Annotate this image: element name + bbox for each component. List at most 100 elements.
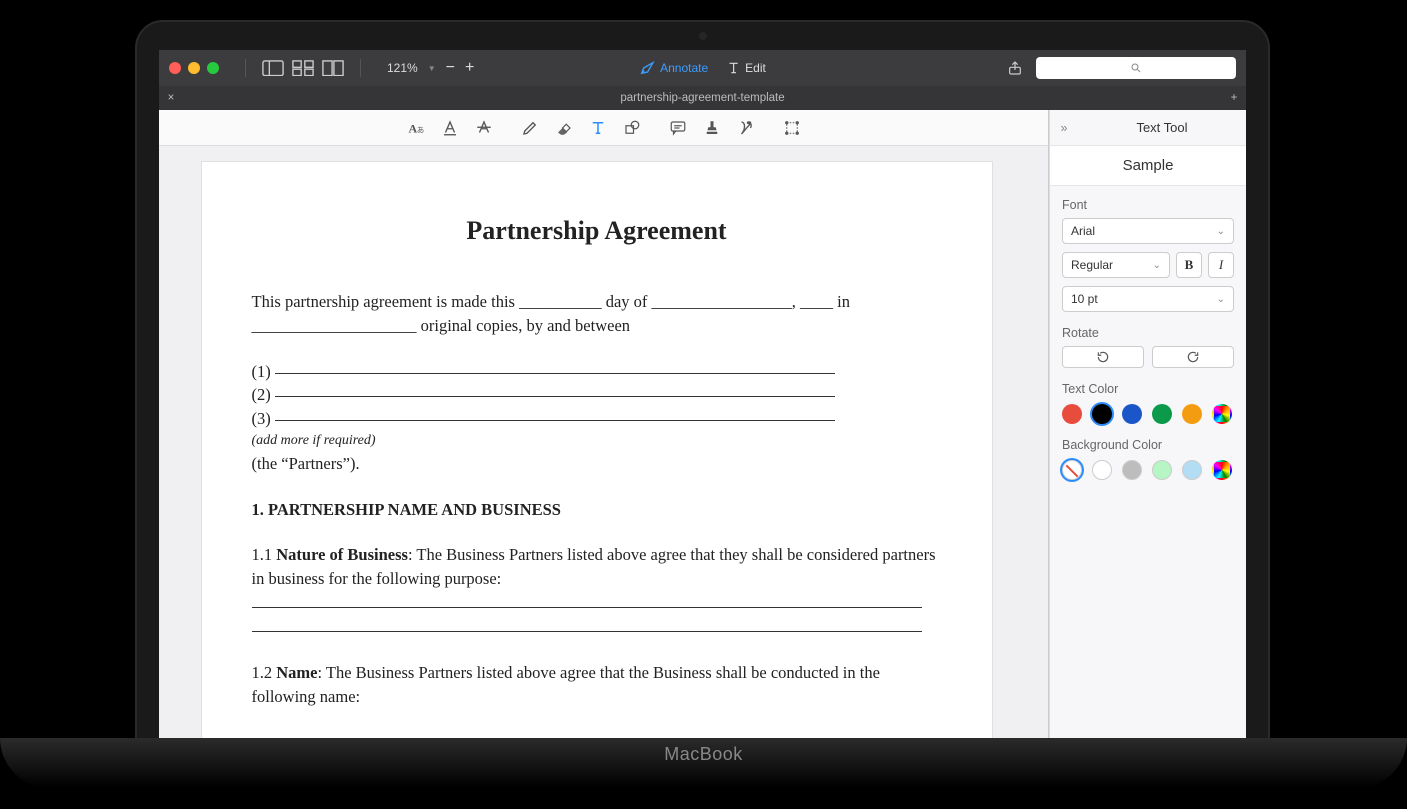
line-2-num: (2) [252,385,271,404]
selection-icon[interactable] [782,118,802,138]
add-more-note: (add more if required) [252,431,942,451]
document-viewport[interactable]: Partnership Agreement This partnership a… [159,146,1048,738]
new-tab-button[interactable]: + [1222,92,1246,104]
font-weight-select[interactable]: Regular ⌄ [1062,252,1170,278]
font-size-select[interactable]: 10 pt ⌄ [1062,286,1234,312]
svg-text:あ: あ [416,125,424,134]
thumbnail-view-icon[interactable] [292,60,314,76]
font-size-value: 10 pt [1071,292,1098,306]
strikethrough-icon[interactable] [474,118,494,138]
annotate-label: Annotate [660,61,708,75]
bg-color-swatch[interactable] [1182,460,1202,480]
rotate-ccw-icon [1096,350,1110,364]
bg-color-swatch[interactable] [1152,460,1172,480]
zoom-level[interactable]: 121% [387,61,418,75]
zoom-in-button[interactable]: + [465,59,474,77]
stamp-icon[interactable] [702,118,722,138]
text-color-swatch[interactable] [1182,404,1202,424]
search-icon [1130,62,1142,74]
rotate-label: Rotate [1062,326,1234,340]
text-color-swatch[interactable] [1062,404,1082,424]
zoom-out-button[interactable]: − [446,59,455,77]
doc-title: Partnership Agreement [252,212,942,250]
highlight-text-icon[interactable] [440,118,460,138]
annotate-mode-button[interactable]: Annotate [639,60,708,76]
eraser-icon[interactable] [554,118,574,138]
sample-preview: Sample [1050,146,1246,186]
s12-title: Name [276,663,317,682]
chevron-down-icon: ▼ [428,64,436,73]
chevron-down-icon: ⌄ [1217,294,1225,305]
chevron-down-icon: ⌄ [1153,260,1161,271]
the-partners: (the “Partners”). [252,452,942,476]
bold-button[interactable]: B [1176,252,1202,278]
edit-mode-button[interactable]: Edit [726,61,766,75]
zoom-window-button[interactable] [207,62,219,74]
window-toolbar: 121% ▼ − + Annotate Edit [159,50,1246,86]
pencil-icon[interactable] [520,118,540,138]
mode-switcher: Annotate Edit [639,60,766,76]
section-1-heading: 1. PARTNERSHIP NAME AND BUSINESS [252,498,942,522]
section-1-2: 1.2 Name: The Business Partners listed a… [252,661,942,709]
text-color-swatch[interactable] [1122,404,1142,424]
doc-intro-line1: This partnership agreement is made this … [252,290,942,314]
rotate-cw-icon [1186,350,1200,364]
tab-title[interactable]: partnership-agreement-template [183,92,1222,104]
bg-color-label: Background Color [1062,438,1234,452]
editor-pane: Aあ [159,110,1049,738]
doc-intro-line2: ____________________ original copies, by… [252,314,942,338]
search-input[interactable] [1036,57,1236,79]
collapse-panel-button[interactable]: » [1050,121,1078,135]
font-weight-value: Regular [1071,258,1113,272]
zoom-controls: 121% ▼ − + [387,59,474,77]
share-icon[interactable] [1004,60,1026,76]
laptop-frame: 121% ▼ − + Annotate Edit [135,20,1270,740]
tab-close-button[interactable]: × [159,92,183,104]
panel-header: » Text Tool [1050,110,1246,146]
minimize-window-button[interactable] [188,62,200,74]
font-family-value: Arial [1071,224,1095,238]
text-color-swatches [1062,404,1234,424]
color-picker-button[interactable] [1212,460,1232,480]
text-color-label: Text Color [1062,382,1234,396]
blank-line [275,420,835,421]
signature-icon[interactable] [736,118,756,138]
text-color-swatch[interactable] [1152,404,1172,424]
s12-num: 1.2 [252,663,277,682]
font-label: Font [1062,198,1234,212]
s12-body: : The Business Partners listed above agr… [252,663,880,706]
color-picker-button[interactable] [1212,404,1232,424]
bg-color-swatch[interactable] [1122,460,1142,480]
rotate-cw-button[interactable] [1152,346,1234,368]
laptop-base: MacBook [0,738,1407,788]
separator [360,59,361,77]
text-tool-icon[interactable] [588,118,608,138]
bg-color-swatches [1062,460,1234,480]
blank-line [252,607,922,608]
s11-title: Nature of Business [276,545,408,564]
laptop-brand: MacBook [664,744,743,765]
text-style-icon[interactable]: Aあ [406,118,426,138]
line-3-num: (3) [252,409,271,428]
chevron-down-icon: ⌄ [1217,226,1225,237]
font-family-select[interactable]: Arial ⌄ [1062,218,1234,244]
main-area: Aあ [159,110,1246,738]
document-page: Partnership Agreement This partnership a… [202,162,992,738]
blank-line [252,631,922,632]
close-window-button[interactable] [169,62,181,74]
blank-line [275,373,835,374]
italic-button[interactable]: I [1208,252,1234,278]
comment-icon[interactable] [668,118,688,138]
bg-color-swatch[interactable] [1092,460,1112,480]
bg-color-swatch[interactable] [1062,460,1082,480]
rotate-ccw-button[interactable] [1062,346,1144,368]
annotation-toolbar: Aあ [159,110,1048,146]
two-page-view-icon[interactable] [322,60,344,76]
partner-lines: (1) (2) (3) (add more if required) (the … [252,360,942,476]
line-1-num: (1) [252,362,271,381]
app-window: 121% ▼ − + Annotate Edit [159,50,1246,738]
shape-icon[interactable] [622,118,642,138]
window-controls [169,62,219,74]
text-color-swatch[interactable] [1092,404,1112,424]
sidebar-toggle-icon[interactable] [262,60,284,76]
